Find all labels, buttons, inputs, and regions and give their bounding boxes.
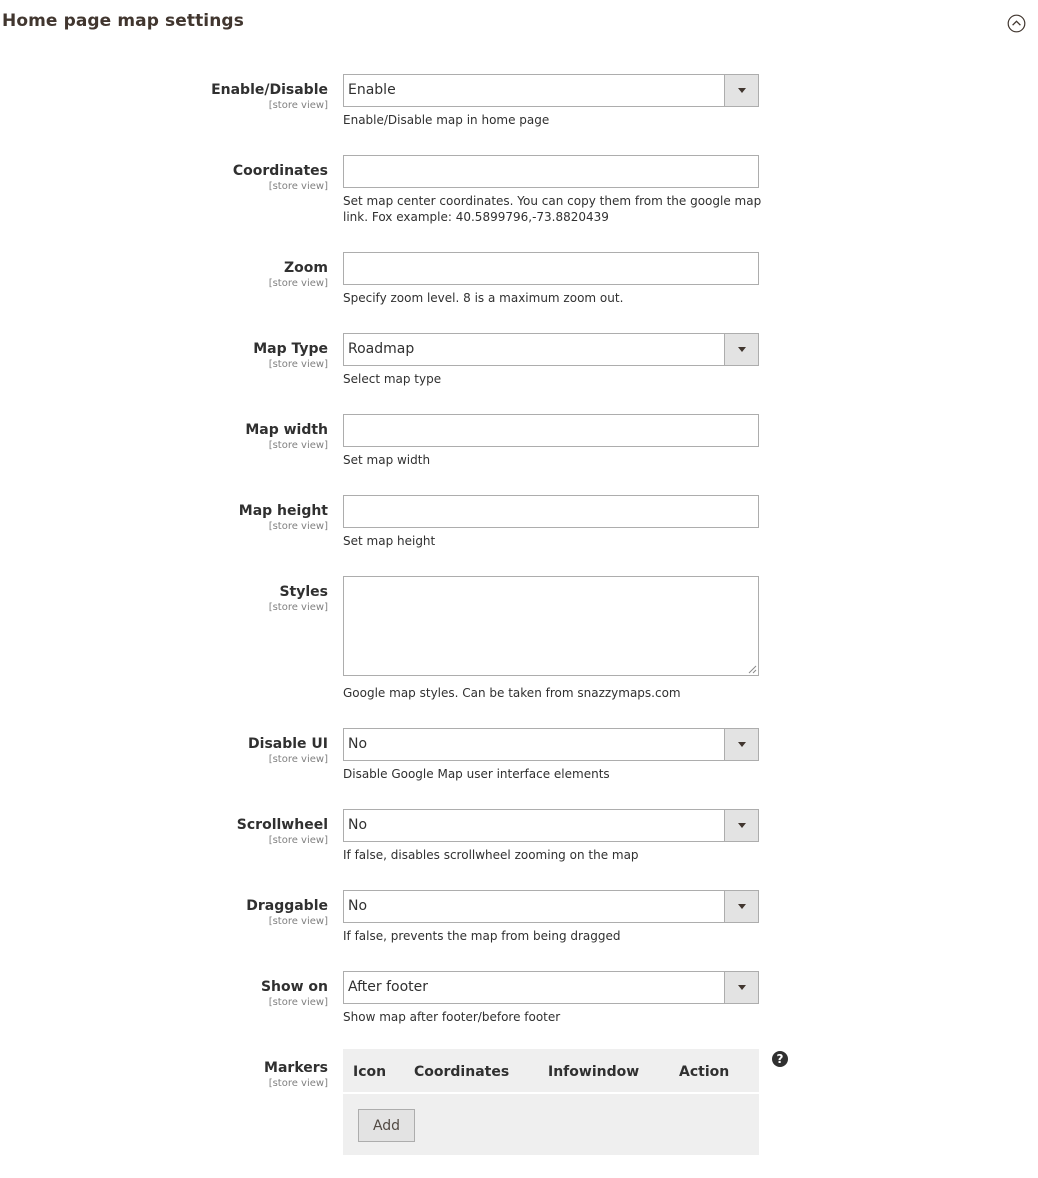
scope-label: [store view] [268, 916, 328, 927]
scope-label: [store view] [268, 997, 328, 1008]
select-arrow-button[interactable] [724, 75, 758, 106]
field-label: Zoom [284, 260, 328, 276]
field-note: Show map after footer/before footer [343, 1010, 561, 1024]
field-label: Scrollwheel [236, 817, 328, 833]
scope-label: [store view] [268, 1078, 328, 1089]
field-note: Set map width [343, 453, 431, 467]
select-value: After footer [348, 979, 428, 995]
field-label: Markers [264, 1060, 328, 1076]
map-width-input[interactable] [343, 414, 759, 447]
disable-ui-select[interactable]: No [343, 728, 759, 761]
select-arrow-button[interactable] [724, 891, 758, 922]
scope-label: [store view] [268, 754, 328, 765]
map-height-input[interactable] [343, 495, 759, 528]
select-arrow-button[interactable] [724, 334, 758, 365]
caret-down-icon [738, 347, 746, 352]
field-note: If false, disables scrollwheel zooming o… [343, 848, 639, 862]
question-circle-icon[interactable]: ? [772, 1051, 788, 1067]
field-label: Map height [238, 503, 328, 519]
scope-label: [store view] [268, 100, 328, 111]
show-on-select[interactable]: After footer [343, 971, 759, 1004]
scope-label: [store view] [268, 278, 328, 289]
scope-label: [store view] [268, 440, 328, 451]
field-label: Coordinates [232, 163, 328, 179]
caret-down-icon [738, 904, 746, 909]
select-value: Roadmap [348, 341, 415, 357]
field-note: If false, prevents the map from being dr… [343, 929, 621, 943]
scope-label: [store view] [268, 835, 328, 846]
scrollwheel-select[interactable]: No [343, 809, 759, 842]
field-note: Select map type [343, 372, 442, 386]
column-header-action: Action [679, 1064, 730, 1080]
field-label: Disable UI [248, 736, 328, 752]
markers-table-header: Icon Coordinates Infowindow Action [343, 1049, 759, 1094]
section-header[interactable]: Home page map settings [0, 0, 1038, 46]
field-label: Show on [260, 979, 328, 995]
field-label: Map Type [253, 341, 328, 357]
chevron-up-circle-icon[interactable] [1007, 14, 1026, 33]
enable-disable-select[interactable]: Enable [343, 74, 759, 107]
select-value: No [348, 817, 368, 833]
caret-down-icon [738, 742, 746, 747]
styles-textarea[interactable] [343, 576, 759, 676]
scope-label: [store view] [268, 602, 328, 613]
select-value: No [348, 898, 368, 914]
select-arrow-button[interactable] [724, 972, 758, 1003]
column-header-icon: Icon [353, 1064, 387, 1080]
map-type-select[interactable]: Roadmap [343, 333, 759, 366]
add-marker-button[interactable]: Add [358, 1109, 415, 1142]
field-label: Map width [245, 422, 328, 438]
zoom-input[interactable] [343, 252, 759, 285]
field-label: Draggable [246, 898, 328, 914]
field-label: Styles [279, 584, 328, 600]
field-label: Enable/Disable [211, 82, 328, 98]
field-note: Set map height [343, 534, 436, 548]
column-header-coordinates: Coordinates [414, 1064, 510, 1080]
caret-down-icon [738, 985, 746, 990]
scope-label: [store view] [268, 181, 328, 192]
coordinates-input[interactable] [343, 155, 759, 188]
caret-down-icon [738, 88, 746, 93]
field-note: Google map styles. Can be taken from sna… [343, 686, 681, 700]
select-value: No [348, 736, 368, 752]
markers-table: Icon Coordinates Infowindow Action Add [343, 1049, 759, 1155]
resize-grip-icon[interactable] [747, 664, 757, 674]
select-arrow-button[interactable] [724, 810, 758, 841]
scope-label: [store view] [268, 521, 328, 532]
field-note: Specify zoom level. 8 is a maximum zoom … [343, 291, 624, 305]
select-value: Enable [348, 82, 396, 98]
select-arrow-button[interactable] [724, 729, 758, 760]
column-header-infowindow: Infowindow [548, 1064, 640, 1080]
field-note: Enable/Disable map in home page [343, 113, 550, 127]
section-title: Home page map settings [2, 11, 244, 31]
field-note: Disable Google Map user interface elemen… [343, 767, 610, 781]
draggable-select[interactable]: No [343, 890, 759, 923]
scope-label: [store view] [268, 359, 328, 370]
field-note: Set map center coordinates. You can copy… [343, 194, 762, 224]
caret-down-icon [738, 823, 746, 828]
